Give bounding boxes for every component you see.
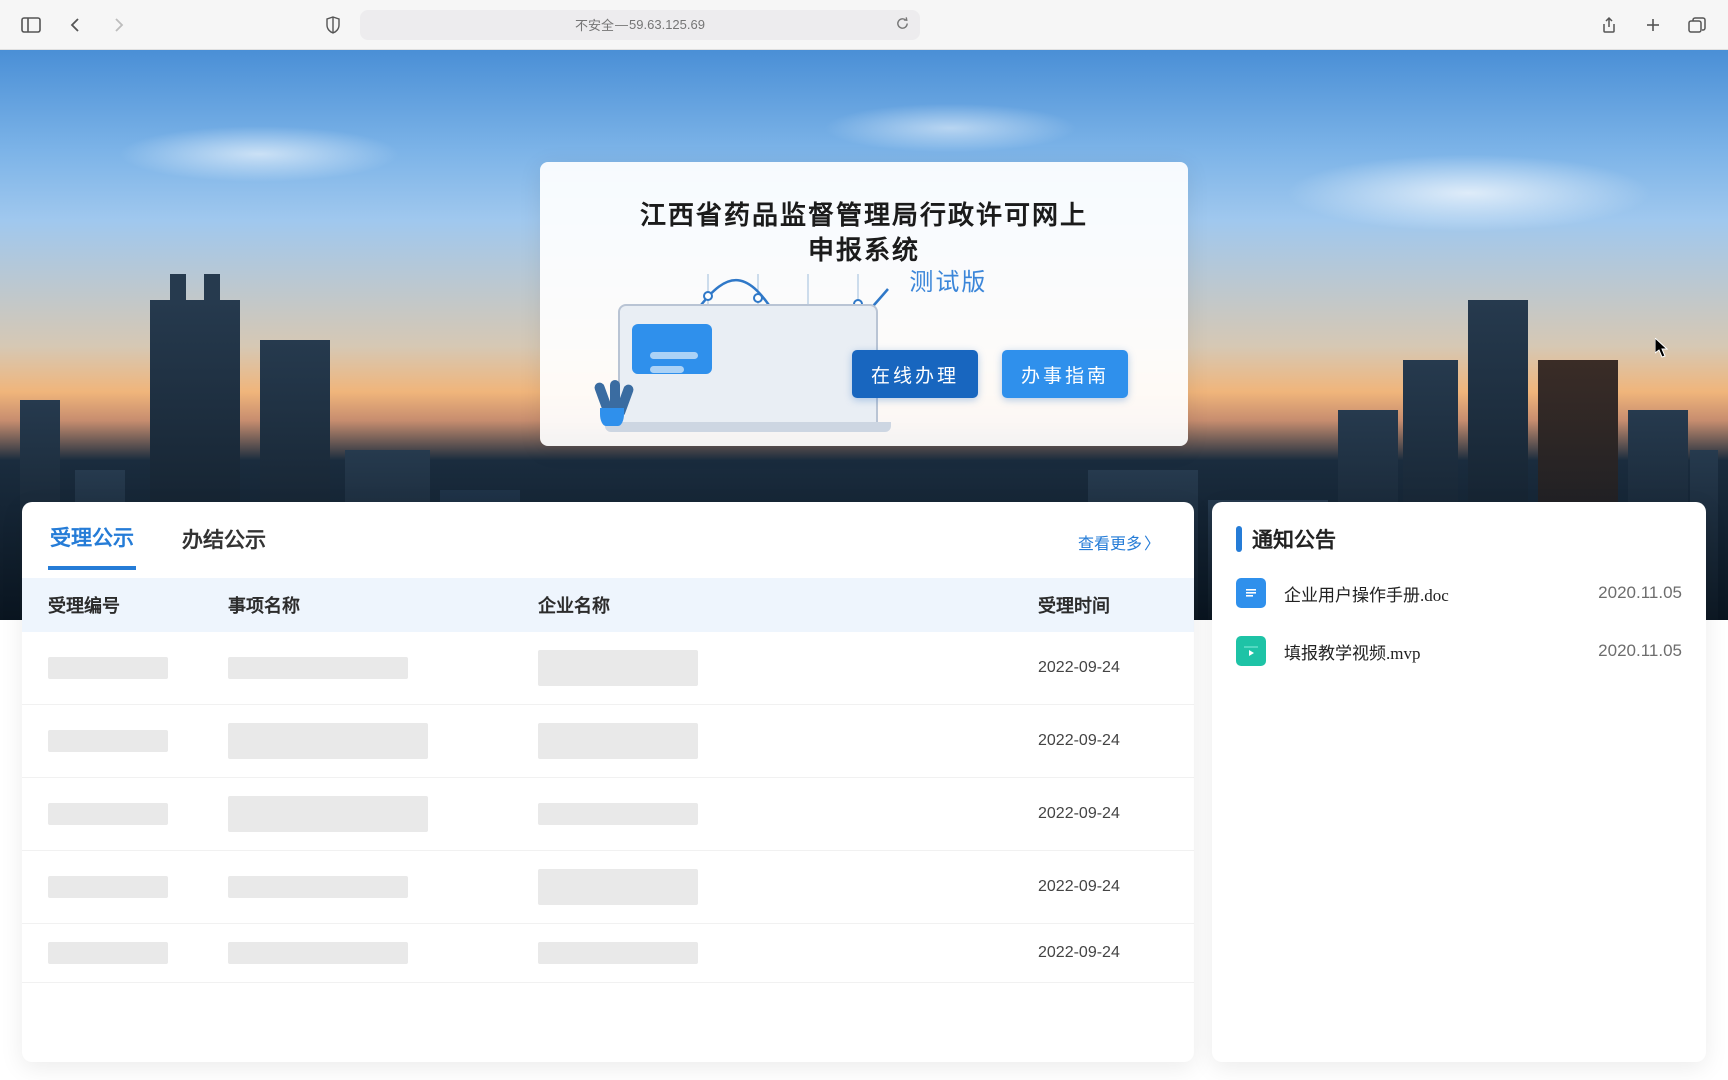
sidebar-toggle-icon[interactable]	[14, 8, 48, 42]
online-apply-button[interactable]: 在线办理	[852, 350, 978, 398]
hero-subtitle: 测试版	[909, 262, 987, 297]
table-header: 受理编号 事项名称 企业名称 受理时间	[22, 578, 1194, 632]
tabs-overview-icon[interactable]	[1680, 8, 1714, 42]
file-item[interactable]: 填报教学视频.mvp 2020.11.05	[1212, 622, 1706, 680]
col-company-name: 企业名称	[538, 592, 1038, 618]
redacted-cell	[228, 657, 408, 679]
hero-card: 江西省药品监督管理局行政许可网上 申报系统 测试版	[540, 162, 1188, 446]
redacted-cell	[228, 876, 408, 898]
file-name: 企业用户操作手册.doc	[1284, 581, 1580, 606]
redacted-cell	[538, 942, 698, 964]
table-row[interactable]: 2022-09-24	[22, 632, 1194, 705]
notice-title: 通知公告	[1252, 524, 1336, 554]
table-row[interactable]: 2022-09-24	[22, 705, 1194, 778]
video-file-icon	[1236, 636, 1266, 666]
cell-date: 2022-09-24	[1038, 878, 1168, 896]
col-item-name: 事项名称	[228, 592, 538, 618]
forward-icon[interactable]	[102, 8, 136, 42]
chevron-right-icon: 〉	[1144, 536, 1160, 553]
redacted-cell	[538, 869, 698, 905]
publicity-panel: 受理公示 办结公示 查看更多〉 受理编号 事项名称 企业名称 受理时间 2022…	[22, 502, 1194, 1062]
tab-acceptance[interactable]: 受理公示	[48, 514, 136, 570]
browser-toolbar: 不安全 — 59.63.125.69	[0, 0, 1728, 50]
redacted-cell	[538, 803, 698, 825]
redacted-cell	[228, 796, 428, 832]
redacted-cell	[48, 803, 168, 825]
col-acceptance-date: 受理时间	[1038, 592, 1168, 618]
cell-date: 2022-09-24	[1038, 659, 1168, 677]
hero-illustration	[618, 284, 878, 424]
cell-date: 2022-09-24	[1038, 732, 1168, 750]
col-acceptance-id: 受理编号	[48, 592, 228, 618]
cell-date: 2022-09-24	[1038, 805, 1168, 823]
redacted-cell	[48, 730, 168, 752]
back-icon[interactable]	[58, 8, 92, 42]
redacted-cell	[48, 657, 168, 679]
file-name: 填报教学视频.mvp	[1284, 639, 1580, 664]
file-item[interactable]: 企业用户操作手册.doc 2020.11.05	[1212, 564, 1706, 622]
table-row[interactable]: 2022-09-24	[22, 778, 1194, 851]
redacted-cell	[538, 723, 698, 759]
doc-file-icon	[1236, 578, 1266, 608]
view-more-link[interactable]: 查看更多〉	[1078, 530, 1168, 554]
file-date: 2020.11.05	[1598, 583, 1682, 603]
redacted-cell	[228, 723, 428, 759]
share-icon[interactable]	[1592, 8, 1626, 42]
new-tab-icon[interactable]	[1636, 8, 1670, 42]
notice-panel: 通知公告 企业用户操作手册.doc 2020.11.05	[1212, 502, 1706, 1062]
redacted-cell	[538, 650, 698, 686]
address-security-label: 不安全	[575, 15, 614, 34]
shield-icon[interactable]	[316, 8, 350, 42]
address-host: 59.63.125.69	[629, 17, 705, 32]
table-row[interactable]: 2022-09-24	[22, 924, 1194, 983]
cell-date: 2022-09-24	[1038, 944, 1168, 962]
guide-button[interactable]: 办事指南	[1002, 350, 1128, 398]
file-date: 2020.11.05	[1598, 641, 1682, 661]
reload-icon[interactable]	[895, 16, 910, 34]
redacted-cell	[48, 942, 168, 964]
tab-finished[interactable]: 办结公示	[180, 516, 268, 568]
hero-title: 江西省药品监督管理局行政许可网上 申报系统	[584, 198, 1144, 268]
redacted-cell	[48, 876, 168, 898]
accent-bar	[1236, 526, 1242, 552]
table-row[interactable]: 2022-09-24	[22, 851, 1194, 924]
redacted-cell	[228, 942, 408, 964]
address-bar[interactable]: 不安全 — 59.63.125.69	[360, 10, 920, 40]
